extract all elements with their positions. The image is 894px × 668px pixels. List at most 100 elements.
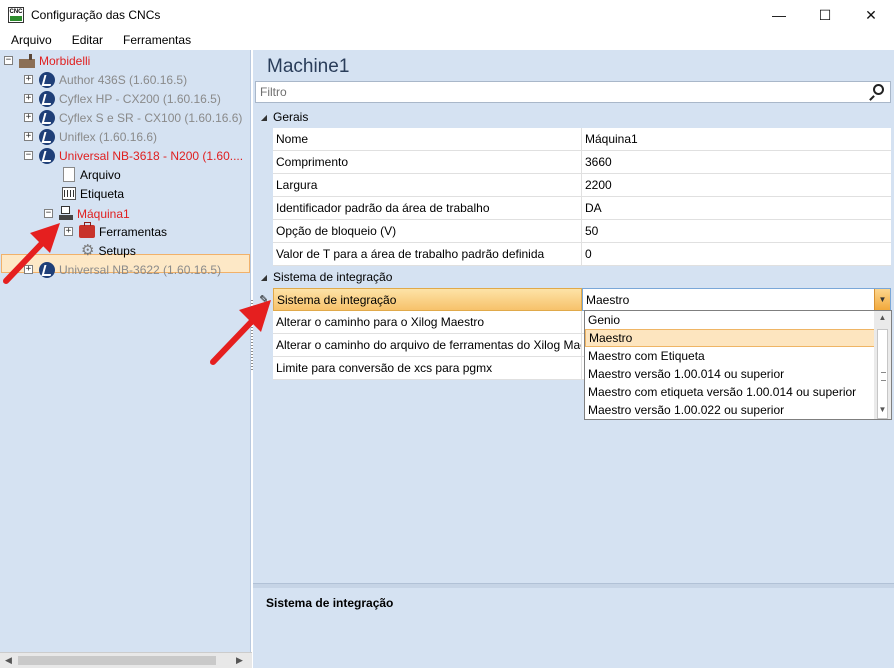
dropdown-option-selected[interactable]: Maestro (585, 329, 875, 347)
machine-logo-icon (39, 109, 55, 126)
property-value[interactable]: 3660 (582, 151, 891, 174)
selected-value: Maestro (586, 292, 630, 307)
integration-system-select[interactable]: Maestro ▼ (582, 288, 891, 311)
property-row[interactable]: Largura 2200 (255, 174, 891, 197)
tree-item-machine[interactable]: + Uniflex (1.60.16.6) (24, 127, 157, 146)
tree-item-root[interactable]: − Morbidelli (4, 51, 90, 70)
close-button[interactable]: ✕ (848, 0, 894, 30)
red-arrow-annotation (3, 223, 60, 284)
tree-item-etiqueta[interactable]: Etiqueta (62, 184, 124, 203)
property-name: Valor de T para a área de trabalho padrã… (273, 243, 582, 266)
scroll-left-icon[interactable]: ◀ (5, 655, 12, 666)
menu-bar: Arquivo Editar Ferramentas (0, 30, 894, 50)
tree-item-label: Cyflex S e SR - CX100 (1.60.16.6) (59, 110, 243, 125)
menu-editar[interactable]: Editar (65, 33, 110, 47)
description-title: Sistema de integração (266, 596, 394, 610)
tree-item-label: Morbidelli (39, 53, 91, 68)
expand-icon[interactable]: + (24, 94, 33, 103)
property-name: Alterar o caminho do arquivo de ferramen… (273, 334, 582, 357)
tree-item-label: Setups (98, 243, 136, 258)
tree-horizontal-scrollbar[interactable]: ◀ ▶ (0, 652, 252, 668)
scroll-right-icon[interactable]: ▶ (236, 655, 243, 666)
maximize-button[interactable]: ☐ (802, 0, 848, 30)
description-pane: Sistema de integração (253, 588, 894, 668)
property-value[interactable]: 0 (582, 243, 891, 266)
page-title: Machine1 (267, 56, 350, 77)
collapse-triangle-icon[interactable]: ◢ (255, 273, 273, 282)
menu-arquivo[interactable]: Arquivo (4, 33, 59, 47)
category-label: Sistema de integração (273, 270, 393, 284)
menu-ferramentas[interactable]: Ferramentas (116, 33, 198, 47)
property-row-selected[interactable]: ✎ Sistema de integração Maestro ▼ (255, 288, 891, 311)
dropdown-option[interactable]: Maestro versão 1.00.014 ou superior (585, 365, 875, 383)
property-row[interactable]: Nome Máquina1 (255, 128, 891, 151)
machine-logo-icon (39, 90, 55, 107)
dropdown-arrow-icon[interactable]: ▼ (874, 289, 890, 310)
property-name: Nome (273, 128, 582, 151)
tree-item-machine[interactable]: + Cyflex HP - CX200 (1.60.16.5) (24, 89, 221, 108)
tree-item-label: Universal NB-3622 (1.60.16.5) (59, 262, 222, 277)
property-name: Comprimento (273, 151, 582, 174)
collapse-icon[interactable]: − (24, 151, 33, 160)
tree-item-label: Uniflex (1.60.16.6) (59, 129, 158, 144)
red-arrow-annotation (210, 300, 271, 365)
category-label: Gerais (273, 110, 309, 124)
property-row[interactable]: Valor de T para a área de trabalho padrã… (255, 243, 891, 266)
expand-icon[interactable]: + (24, 75, 33, 84)
filter-input[interactable]: Filtro (255, 81, 891, 103)
property-value[interactable]: DA (582, 197, 891, 220)
tree-item-arquivo[interactable]: Arquivo (63, 165, 121, 184)
category-sistema-integracao[interactable]: ◢ Sistema de integração (255, 266, 891, 288)
scroll-down-icon[interactable]: ▼ (874, 405, 891, 414)
title-bar: CNC Configuração das CNCs — ☐ ✕ (0, 0, 894, 30)
window-title: Configuração das CNCs (31, 8, 161, 22)
scroll-thumb[interactable] (18, 656, 216, 665)
expand-icon[interactable]: + (24, 113, 33, 122)
gear-icon: ⚙ (81, 242, 95, 259)
toolbox-icon (79, 222, 95, 238)
tree-item-label: Ferramentas (99, 224, 168, 239)
tree-item-label: Universal NB-3618 - N200 (1.60.... (59, 148, 244, 163)
tree-item-label: Máquina1 (77, 206, 130, 221)
property-row[interactable]: Identificador padrão da área de trabalho… (255, 197, 891, 220)
property-row[interactable]: Comprimento 3660 (255, 151, 891, 174)
search-icon[interactable] (868, 82, 890, 102)
property-name: Sistema de integração (273, 288, 582, 311)
tree-item-ferramentas[interactable]: + Ferramentas (64, 222, 167, 241)
scroll-up-icon[interactable]: ▲ (874, 313, 891, 322)
tree-item-machine[interactable]: + Author 436S (1.60.16.5) (24, 70, 187, 89)
collapse-icon[interactable]: − (4, 56, 13, 65)
barcode-label-icon (62, 187, 76, 200)
property-name: Identificador padrão da área de trabalho (273, 197, 582, 220)
category-gerais[interactable]: ◢ Gerais (255, 106, 891, 128)
dropdown-option[interactable]: Maestro com Etiqueta (585, 347, 875, 365)
dropdown-option[interactable]: Maestro versão 1.00.022 ou superior (585, 401, 875, 419)
collapse-triangle-icon[interactable]: ◢ (255, 113, 273, 122)
machine-logo-icon (39, 71, 55, 88)
tree-item-machine[interactable]: + Cyflex S e SR - CX100 (1.60.16.6) (24, 108, 242, 127)
machine-logo-icon (39, 147, 55, 164)
dropdown-scrollbar[interactable]: ▲ ▼ (874, 311, 891, 419)
property-name: Limite para conversão de xcs para pgmx (273, 357, 582, 380)
filter-placeholder: Filtro (260, 85, 287, 99)
property-value[interactable]: Máquina1 (582, 128, 891, 151)
dropdown-option[interactable]: Maestro com etiqueta versão 1.00.014 ou … (585, 383, 875, 401)
integration-system-dropdown[interactable]: Genio Maestro Maestro com Etiqueta Maest… (584, 310, 892, 420)
property-value[interactable]: 2200 (582, 174, 891, 197)
minimize-button[interactable]: — (756, 0, 802, 30)
tree-item-setups[interactable]: ⚙ Setups (81, 241, 136, 260)
document-icon (63, 167, 75, 182)
property-value[interactable]: 50 (582, 220, 891, 243)
tree-item-label: Cyflex HP - CX200 (1.60.16.5) (59, 91, 221, 106)
tree-item-label: Arquivo (80, 167, 121, 182)
tree-item-label: Etiqueta (80, 186, 125, 201)
tree-item-machine-expanded[interactable]: − Universal NB-3618 - N200 (1.60.... (24, 146, 243, 165)
app-icon: CNC (8, 7, 24, 23)
factory-icon (19, 53, 35, 68)
expand-icon[interactable]: + (24, 132, 33, 141)
property-name: Opção de bloqueio (V) (273, 220, 582, 243)
dropdown-option[interactable]: Genio (585, 311, 875, 329)
property-name: Largura (273, 174, 582, 197)
tree-item-label: Author 436S (1.60.16.5) (59, 72, 188, 87)
property-row[interactable]: Opção de bloqueio (V) 50 (255, 220, 891, 243)
